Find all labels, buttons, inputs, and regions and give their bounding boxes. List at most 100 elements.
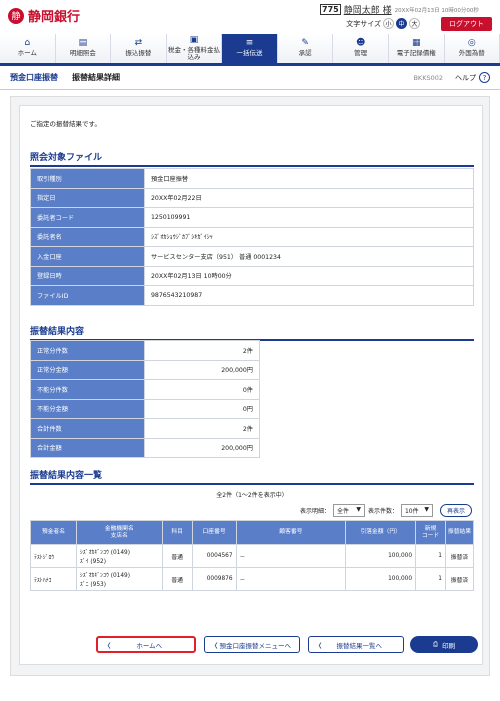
result-section-title: 振替結果内容 — [30, 324, 474, 341]
file-info-table: 取引種別 預金口座振替 指定日 20XX年02月22日 委託者コード 1250109991… — [30, 168, 474, 306]
font-size-label: 文字サイズ — [346, 19, 381, 28]
table-cell: 普通 — [161, 544, 193, 568]
database-icon: ≡ — [245, 38, 254, 49]
row-value: 預金口座振替 — [144, 168, 474, 189]
table-cell: － — [235, 567, 347, 591]
caret-down-icon: ▼ — [424, 506, 429, 513]
transfer-icon: ⇄ — [134, 38, 143, 49]
row-label: 不能分金額 — [30, 398, 145, 419]
column-header: 科目 — [161, 520, 193, 545]
last-login: 20XX年02月13日 10時00分00秒 — [394, 7, 479, 14]
page-titlebar: 預金口座振替 振替結果詳細 BKKS002 ヘルプ? — [0, 66, 500, 90]
row-label: 委託者名 — [30, 226, 145, 247]
row-value: 20XX年02月22日 — [144, 187, 474, 208]
row-label: 合計金額 — [30, 437, 145, 458]
redisplay-button[interactable]: 再表示 — [439, 504, 472, 517]
home-button[interactable]: 〈ホームへ — [96, 636, 196, 653]
row-label: 指定日 — [30, 187, 145, 208]
payment-icon: ▣ — [189, 34, 199, 45]
row-value: 20XX年02月13日 10時00分 — [144, 265, 474, 286]
logout-button[interactable]: ログアウト — [441, 17, 492, 31]
row-value: 9876543210987 — [144, 285, 474, 306]
list-section-title: 振替結果内容一覧 — [30, 468, 474, 485]
info-row: 合計件数 2件 — [30, 418, 260, 439]
info-row: 委託者コード 1250109991 — [30, 207, 474, 228]
result-summary-table: 正常分件数 2件 正常分金額 200,000円 不能分件数 0件 不能分金額 0円 合計件数 2件… — [30, 340, 260, 458]
table-cell: ｼｽﾞｵｶｷﾞﾝｺｳ (0149) ｽﾞﾆ (953) — [75, 567, 163, 591]
row-value: 200,000円 — [144, 359, 260, 380]
help-icon: ? — [479, 72, 490, 83]
nav-e-notes[interactable]: ▦ 電子記録債権 — [388, 34, 445, 63]
info-row: 不能分件数 0件 — [30, 379, 260, 400]
table-cell: ｼｽﾞｵｶｷﾞﾝｺｳ (0149) ｽﾞｲ (952) — [75, 544, 163, 568]
row-label: 不能分件数 — [30, 379, 145, 400]
result-count: 全2件（1～2件を表示中） — [216, 492, 288, 499]
user-info: 775 静岡太郎 様 20XX年02月13日 10時00分00秒 — [320, 3, 479, 16]
table-cell: ﾃｽﾄﾊﾅｺ — [30, 567, 77, 591]
info-row: 正常分件数 2件 — [30, 340, 260, 361]
content-panel: ご指定の振替結果です。 照会対象ファイル 取引種別 預金口座振替 指定日 20XX年0… — [19, 105, 483, 665]
print-button[interactable]: ⎙ 印刷 — [410, 636, 478, 653]
content-area: ご指定の振替結果です。 照会対象ファイル 取引種別 預金口座振替 指定日 20XX年0… — [10, 96, 490, 676]
row-value: ｼｽﾞｵｶｼｮｳｼﾞｶﾌﾞｼｷｶﾞｲｼｬ — [144, 226, 474, 247]
font-size-small[interactable]: 小 — [383, 18, 394, 29]
row-value: 2件 — [144, 418, 260, 439]
table-cell: 普通 — [161, 567, 193, 591]
nav-admin[interactable]: ☻ 管理 — [333, 34, 389, 63]
table-cell: ﾃｽﾄｼﾞﾛｳ — [30, 544, 77, 568]
column-header: 顧客番号 — [235, 520, 347, 545]
row-label: 委託者コード — [30, 207, 145, 228]
column-header: 金融機関名 支店名 — [75, 520, 163, 545]
info-row: 登録日時 20XX年02月13日 10時00分 — [30, 265, 474, 286]
row-label: 正常分件数 — [30, 340, 145, 361]
info-row: 不能分金額 0円 — [30, 398, 260, 419]
column-header: 預金者名 — [30, 520, 77, 545]
header: 静 静岡銀行 775 静岡太郎 様 20XX年02月13日 10時00分00秒 … — [0, 0, 500, 32]
row-label: 登録日時 — [30, 265, 145, 286]
caret-down-icon: ▼ — [356, 506, 361, 513]
info-row: 委託者名 ｼｽﾞｵｶｼｮｳｼﾞｶﾌﾞｼｷｶﾞｲｼｬ — [30, 226, 474, 247]
result-list-table: 預金者名 金融機関名 支店名 科目 口座番号 顧客番号 引落金額（円） 新規 コード 振替結果… — [30, 520, 475, 591]
table-cell: 1 — [415, 544, 446, 568]
column-header: 引落金額（円） — [345, 520, 417, 545]
font-size-switcher: 文字サイズ 小 中 大 — [346, 18, 420, 29]
button-row: 〈ホームへ 〈預金口座振替メニューへ 〈振替結果一覧へ — [96, 636, 404, 653]
nav-transfer[interactable]: ⇄ 振込振替 — [111, 34, 167, 63]
stamp-icon: ✎ — [301, 38, 309, 49]
page-title: 振替結果詳細 — [72, 73, 120, 82]
detail-filter-select[interactable]: 全件 ▼ — [332, 504, 365, 517]
font-size-medium[interactable]: 中 — [396, 18, 407, 29]
nav-bulk-transfer[interactable]: ≡ 一括伝送 — [222, 34, 278, 63]
help-link[interactable]: ヘルプ? — [455, 72, 490, 83]
home-icon: ⌂ — [24, 38, 31, 49]
column-header: 口座番号 — [191, 520, 237, 545]
users-icon: ☻ — [355, 38, 366, 49]
info-row: 取引種別 預金口座振替 — [30, 168, 474, 189]
column-header: 振替結果 — [444, 520, 475, 545]
screen-id: BKKS002 — [413, 73, 443, 82]
nav-forex[interactable]: ◎ 外国為替 — [444, 34, 500, 63]
font-size-large[interactable]: 大 — [409, 18, 420, 29]
result-list-button[interactable]: 〈振替結果一覧へ — [308, 636, 404, 653]
page-section: 預金口座振替 — [10, 73, 58, 82]
user-name[interactable]: 静岡太郎 様 — [344, 3, 392, 16]
row-value: 200,000円 — [144, 437, 260, 458]
per-page-select[interactable]: 10件 ▼ — [400, 504, 433, 517]
row-label: ファイルID — [30, 285, 145, 306]
nav-home[interactable]: ⌂ ホーム — [0, 34, 56, 63]
globe-icon: ◎ — [467, 38, 476, 49]
nav-statements[interactable]: ▤ 明細照会 — [55, 34, 112, 63]
bank-logo[interactable]: 静 静岡銀行 — [8, 6, 80, 25]
table-cell: － — [235, 544, 347, 568]
bank-logo-icon: 静 — [8, 7, 24, 24]
column-header: 新規 コード — [415, 520, 446, 545]
nav-approval[interactable]: ✎ 承認 — [277, 34, 334, 63]
transfer-menu-button[interactable]: 〈預金口座振替メニューへ — [204, 636, 300, 653]
file-section-title: 照会対象ファイル — [30, 150, 474, 167]
info-row: 正常分金額 200,000円 — [30, 359, 260, 380]
info-row: 指定日 20XX年02月22日 — [30, 187, 474, 208]
info-row: 入金口座 サービスセンター支店（951） 普通 0001234 — [30, 246, 474, 267]
nav-tax-payment[interactable]: ▣ 税金・各種料金払込み — [166, 34, 223, 63]
row-label: 正常分金額 — [30, 359, 145, 380]
table-row: ﾃｽﾄﾊﾅｺ ｼｽﾞｵｶｷﾞﾝｺｳ (0149) ｽﾞﾆ (953) 普通 00098… — [30, 567, 475, 591]
